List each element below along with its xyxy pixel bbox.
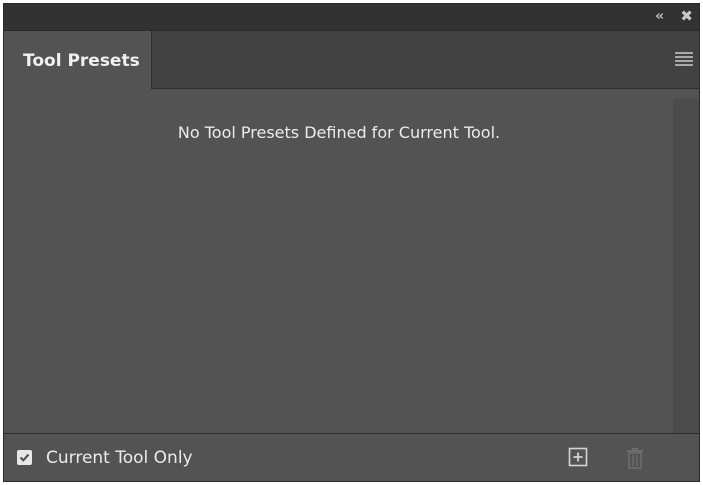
panel-footer: Current Tool Only (4, 433, 699, 481)
checkbox-label[interactable]: Current Tool Only (46, 448, 193, 468)
panel-menu-icon[interactable] (675, 52, 693, 66)
close-icon[interactable]: ✖ (680, 8, 693, 25)
tab-label: Tool Presets (23, 51, 140, 71)
presets-list-area: No Tool Presets Defined for Current Tool… (4, 89, 674, 433)
tool-presets-panel: ‹‹ ✖ Tool Presets No Tool Presets Define… (3, 3, 700, 482)
current-tool-only-checkbox[interactable] (17, 450, 32, 465)
tab-tool-presets[interactable]: Tool Presets (4, 31, 152, 89)
new-preset-icon[interactable] (568, 447, 588, 467)
empty-message: No Tool Presets Defined for Current Tool… (177, 123, 501, 142)
scrollbar[interactable] (673, 99, 699, 433)
checkmark-icon (19, 453, 30, 462)
panel-titlebar: ‹‹ ✖ (4, 4, 699, 31)
collapse-panel-icon[interactable]: ‹‹ (655, 9, 664, 25)
panel-tabbar: Tool Presets (4, 31, 699, 89)
trash-icon[interactable] (625, 447, 645, 469)
